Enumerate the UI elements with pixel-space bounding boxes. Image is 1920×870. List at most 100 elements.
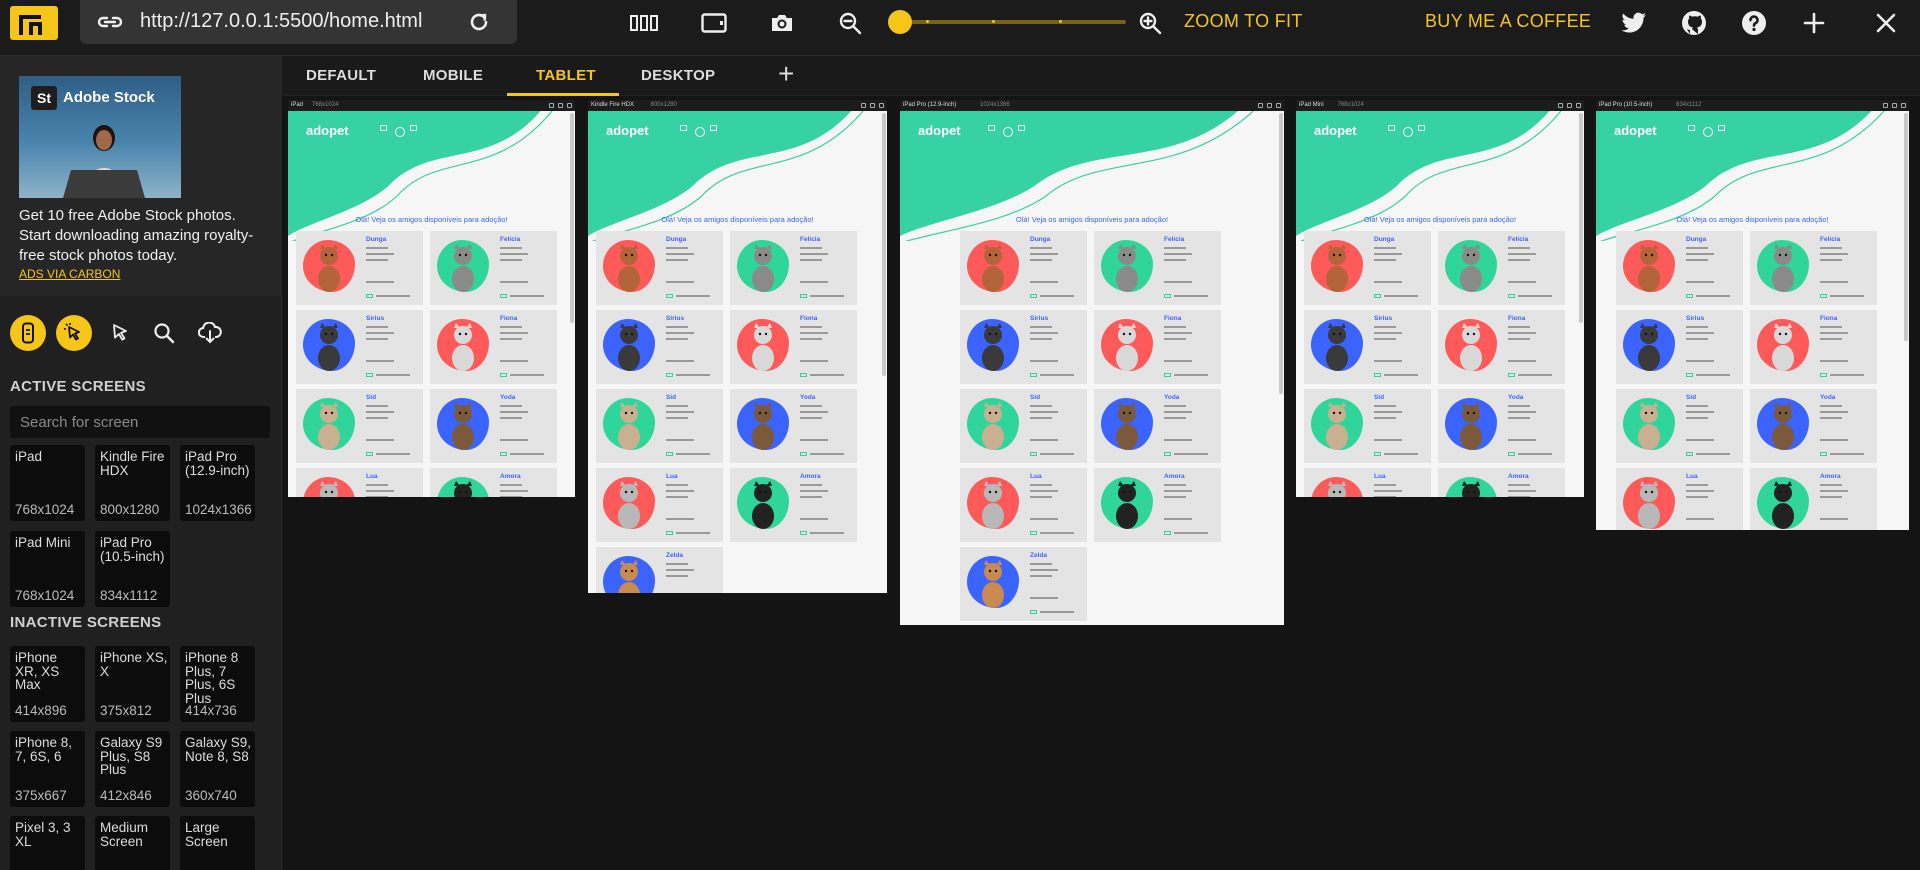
device-preview[interactable]: Kindle Fire HDX 800x1280 adopet Olá! Veja o… (588, 100, 887, 593)
screen-card[interactable]: iPhone XR, XS Max 414x896 (10, 646, 85, 722)
pet-card[interactable]: Sirius (1616, 310, 1743, 384)
contact-icon[interactable] (1030, 452, 1037, 456)
url-text[interactable]: http://127.0.0.1:5500/home.html (140, 10, 422, 33)
screen-card[interactable]: iPhone 8 Plus, 7 Plus, 6S Plus 414x736 (180, 646, 255, 722)
columns-icon[interactable] (628, 8, 660, 38)
contact-icon[interactable] (1374, 452, 1381, 456)
contact-link[interactable] (1040, 532, 1074, 534)
screen-card[interactable]: Medium Screen (95, 816, 170, 870)
scrollbar[interactable] (1279, 113, 1283, 394)
contact-icon[interactable] (1164, 294, 1171, 298)
contact-link[interactable] (1174, 374, 1208, 376)
pet-card[interactable]: Yoda (1750, 389, 1877, 463)
ads-via-carbon-link[interactable]: ADS VIA CARBON (19, 267, 120, 281)
contact-link[interactable] (1040, 453, 1074, 455)
contact-icon[interactable] (1820, 373, 1827, 377)
contact-icon[interactable] (1820, 452, 1827, 456)
screen-card[interactable]: iPad Pro (10.5-inch) 834x1112 (95, 531, 170, 607)
contact-link[interactable] (1830, 295, 1864, 297)
avatar-icon[interactable] (1003, 127, 1013, 137)
tab-default[interactable]: DEFAULT (306, 67, 376, 84)
pet-card[interactable]: Dunga (960, 231, 1087, 305)
gear-icon[interactable] (567, 103, 572, 108)
zoom-in-icon[interactable] (1134, 8, 1166, 38)
screen-search-input[interactable] (10, 406, 270, 438)
pet-card[interactable]: Sid (1304, 389, 1431, 463)
pet-card[interactable]: Fiona (1094, 310, 1221, 384)
pet-card[interactable]: Sirius (1304, 310, 1431, 384)
ad-image[interactable]: St Adobe Stock (19, 76, 181, 198)
pet-card[interactable]: Lua (1616, 468, 1743, 530)
add-tab-icon[interactable]: + (778, 60, 794, 88)
device-preview[interactable]: iPad Pro (10.5-inch) 834x1112 adopet Olá! V… (1596, 100, 1909, 530)
close-icon[interactable] (1258, 103, 1263, 108)
tab-mobile[interactable]: MOBILE (423, 67, 483, 84)
contact-link[interactable] (1696, 453, 1730, 455)
contact-icon[interactable] (1030, 531, 1037, 535)
contact-link[interactable] (1174, 453, 1208, 455)
screen-card[interactable]: Large Screen (180, 816, 255, 870)
pet-card[interactable]: Amora (730, 468, 857, 542)
close-icon[interactable] (1558, 103, 1563, 108)
contact-link[interactable] (1384, 374, 1418, 376)
contact-icon[interactable] (666, 294, 673, 298)
pet-card[interactable]: Sid (296, 389, 423, 463)
contact-icon[interactable] (800, 531, 807, 535)
contact-icon[interactable] (500, 452, 507, 456)
contact-icon[interactable] (500, 294, 507, 298)
tab-tablet[interactable]: TABLET (536, 67, 596, 84)
screen-card[interactable]: Kindle Fire HDX 800x1280 (95, 445, 170, 521)
pet-card[interactable]: Amora (1750, 468, 1877, 530)
contact-icon[interactable] (500, 373, 507, 377)
pet-card[interactable]: Sirius (296, 310, 423, 384)
gear-icon[interactable] (1901, 103, 1906, 108)
contact-link[interactable] (376, 295, 410, 297)
contact-icon[interactable] (1030, 294, 1037, 298)
screen-card[interactable]: iPad Pro (12.9-inch) 1024x1366 (180, 445, 255, 521)
contact-link[interactable] (1040, 611, 1074, 613)
avatar-icon[interactable] (1703, 127, 1713, 137)
contact-icon[interactable] (1164, 373, 1171, 377)
contact-icon[interactable] (666, 373, 673, 377)
contact-link[interactable] (1696, 374, 1730, 376)
close-icon[interactable] (549, 103, 554, 108)
help-icon[interactable] (1738, 8, 1770, 38)
contact-icon[interactable] (366, 373, 373, 377)
contact-link[interactable] (1040, 295, 1074, 297)
avatar-icon[interactable] (695, 127, 705, 137)
contact-link[interactable] (676, 295, 710, 297)
pet-card[interactable]: Fiona (430, 310, 557, 384)
pet-card[interactable]: Dunga (596, 231, 723, 305)
scrollbar[interactable] (882, 113, 886, 376)
avatar-icon[interactable] (1403, 127, 1413, 137)
contact-icon[interactable] (666, 452, 673, 456)
inspect-cursor-button[interactable] (56, 315, 92, 351)
contact-link[interactable] (1696, 295, 1730, 297)
device-preview[interactable]: iPad Mini 768x1024 adopet Olá! Veja os amig… (1296, 100, 1584, 497)
pet-card[interactable]: Sid (596, 389, 723, 463)
contact-link[interactable] (676, 374, 710, 376)
screen-card[interactable]: iPhone 8, 7, 6S, 6 375x667 (10, 731, 85, 807)
add-icon[interactable] (1798, 8, 1830, 38)
gear-icon[interactable] (1276, 103, 1281, 108)
contact-link[interactable] (510, 295, 544, 297)
contact-icon[interactable] (366, 294, 373, 298)
contact-icon[interactable] (1686, 294, 1693, 298)
contact-link[interactable] (1174, 532, 1208, 534)
contact-icon[interactable] (1508, 452, 1515, 456)
pet-card[interactable]: Felícia (430, 231, 557, 305)
pet-card[interactable]: Felícia (1094, 231, 1221, 305)
search-icon[interactable] (146, 315, 182, 351)
home-icon[interactable] (1688, 125, 1695, 131)
pet-card[interactable]: Dunga (1304, 231, 1431, 305)
message-icon[interactable] (1718, 125, 1725, 131)
contact-link[interactable] (1518, 295, 1552, 297)
pointer-icon[interactable] (102, 315, 138, 351)
contact-link[interactable] (810, 374, 844, 376)
screen-card[interactable]: Pixel 3, 3 XL (10, 816, 85, 870)
contact-icon[interactable] (1164, 531, 1171, 535)
zoom-slider-track[interactable] (888, 20, 1126, 24)
contact-link[interactable] (1518, 453, 1552, 455)
camera-icon[interactable] (870, 103, 875, 108)
contact-icon[interactable] (1030, 610, 1037, 614)
